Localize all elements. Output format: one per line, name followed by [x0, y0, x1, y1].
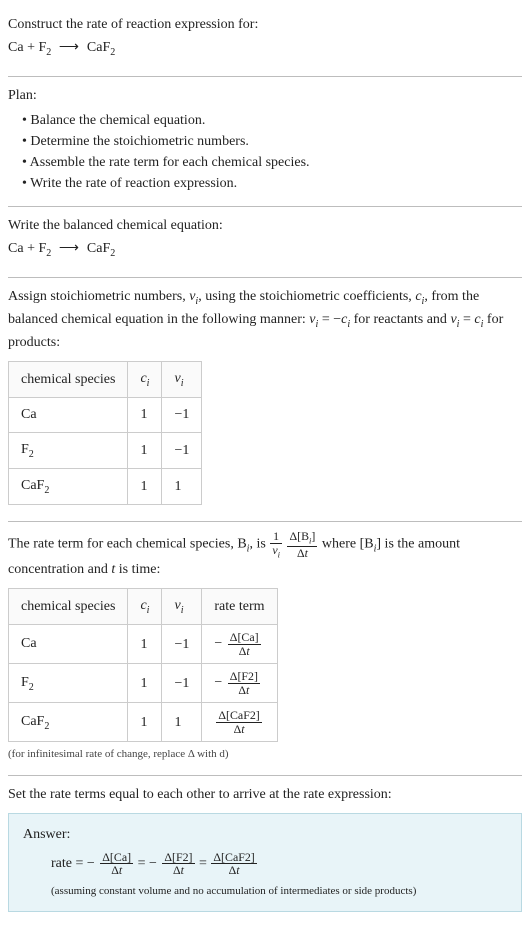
stoich-table: chemical species ci νi Ca 1 −1 F2 1 −1 C… [8, 361, 202, 506]
balanced-equation: Ca + F2 ⟶ CaF2 [8, 238, 522, 261]
cell-rate-term: − Δ[F2]Δt [202, 664, 277, 703]
cell-vi: 1 [162, 469, 202, 505]
table-row: Ca 1 −1 − Δ[Ca]Δt [9, 625, 278, 664]
answer-expression: rate = − Δ[Ca]Δt = − Δ[F2]Δt = Δ[CaF2]Δt [51, 851, 507, 877]
final-section: Set the rate terms equal to each other t… [8, 778, 522, 923]
cell-ci: 1 [128, 469, 162, 505]
col-ci: ci [128, 589, 162, 625]
cell-vi: −1 [162, 625, 202, 664]
reactant-f2: F2 [38, 40, 51, 55]
fraction: 1 νi [270, 530, 282, 559]
cell-vi: −1 [162, 433, 202, 469]
plus: + [24, 40, 39, 55]
col-ci: ci [128, 361, 162, 397]
col-rate-term: rate term [202, 589, 277, 625]
cell-vi: −1 [162, 664, 202, 703]
cell-vi: −1 [162, 397, 202, 433]
answer-label: Answer: [23, 824, 507, 845]
col-species: chemical species [9, 361, 128, 397]
rate-term-text: The rate term for each chemical species,… [8, 530, 522, 580]
intro-prompt: Construct the rate of reaction expressio… [8, 14, 522, 35]
table-header-row: chemical species ci νi [9, 361, 202, 397]
product-caf2: CaF2 [87, 241, 115, 256]
cell-species: Ca [9, 397, 128, 433]
stoich-section: Assign stoichiometric numbers, νi, using… [8, 280, 522, 519]
footnote: (for infinitesimal rate of change, repla… [8, 746, 522, 763]
plan-list: Balance the chemical equation. Determine… [8, 110, 522, 194]
plus: + [24, 241, 39, 256]
cell-vi: 1 [162, 703, 202, 742]
cell-rate-term: − Δ[Ca]Δt [202, 625, 277, 664]
cell-species: F2 [9, 433, 128, 469]
table-row: CaF2 1 1 Δ[CaF2]Δt [9, 703, 278, 742]
stoich-text: Assign stoichiometric numbers, νi, using… [8, 286, 522, 353]
plan-item: Assemble the rate term for each chemical… [22, 152, 522, 173]
reaction-arrow-icon: ⟶ [55, 241, 84, 256]
reactant-f2: F2 [38, 241, 51, 256]
cell-species: CaF2 [9, 469, 128, 505]
divider [8, 277, 522, 278]
rate-term-section: The rate term for each chemical species,… [8, 524, 522, 772]
answer-assumption: (assuming constant volume and no accumul… [51, 883, 507, 900]
divider [8, 76, 522, 77]
col-vi: νi [162, 589, 202, 625]
col-vi: νi [162, 361, 202, 397]
cell-species: Ca [9, 625, 128, 664]
answer-box: Answer: rate = − Δ[Ca]Δt = − Δ[F2]Δt = Δ… [8, 813, 522, 913]
divider [8, 775, 522, 776]
balanced-heading: Write the balanced chemical equation: [8, 215, 522, 236]
product-caf2: CaF2 [87, 40, 115, 55]
cell-ci: 1 [128, 433, 162, 469]
cell-ci: 1 [128, 664, 162, 703]
balanced-section: Write the balanced chemical equation: Ca… [8, 209, 522, 275]
cell-rate-term: Δ[CaF2]Δt [202, 703, 277, 742]
table-row: F2 1 −1 − Δ[F2]Δt [9, 664, 278, 703]
table-row: Ca 1 −1 [9, 397, 202, 433]
plan-section: Plan: Balance the chemical equation. Det… [8, 79, 522, 204]
cell-ci: 1 [128, 625, 162, 664]
intro-section: Construct the rate of reaction expressio… [8, 8, 522, 74]
plan-item: Write the rate of reaction expression. [22, 173, 522, 194]
reaction-arrow-icon: ⟶ [55, 40, 84, 55]
cell-species: CaF2 [9, 703, 128, 742]
set-equal-text: Set the rate terms equal to each other t… [8, 784, 522, 805]
table-row: F2 1 −1 [9, 433, 202, 469]
table-row: CaF2 1 1 [9, 469, 202, 505]
cell-species: F2 [9, 664, 128, 703]
divider [8, 206, 522, 207]
cell-ci: 1 [128, 703, 162, 742]
col-species: chemical species [9, 589, 128, 625]
divider [8, 521, 522, 522]
plan-item: Determine the stoichiometric numbers. [22, 131, 522, 152]
cell-ci: 1 [128, 397, 162, 433]
table-header-row: chemical species ci νi rate term [9, 589, 278, 625]
reactant-ca: Ca [8, 40, 24, 55]
plan-item: Balance the chemical equation. [22, 110, 522, 131]
plan-heading: Plan: [8, 85, 522, 106]
fraction: Δ[Bi] Δt [287, 530, 317, 559]
reactant-ca: Ca [8, 241, 24, 256]
rate-term-table: chemical species ci νi rate term Ca 1 −1… [8, 588, 278, 742]
unbalanced-equation: Ca + F2 ⟶ CaF2 [8, 37, 522, 60]
